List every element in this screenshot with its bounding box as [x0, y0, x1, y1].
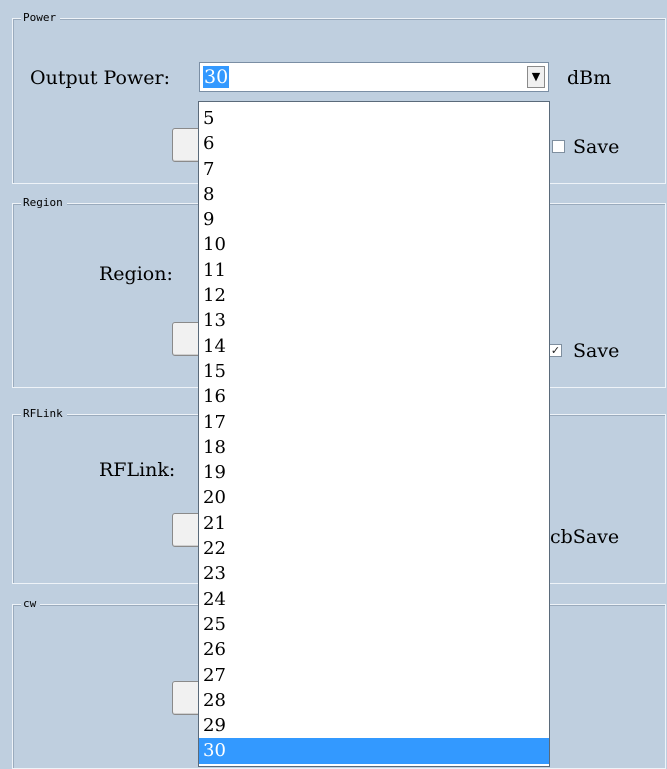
dropdown-option[interactable]: 9: [199, 207, 549, 232]
dropdown-option[interactable]: 7: [199, 157, 549, 182]
output-power-select[interactable]: 30 ▼: [199, 62, 549, 92]
cw-group-title: cw: [21, 596, 41, 612]
dropdown-option[interactable]: 19: [199, 460, 549, 485]
region-save-checkbox[interactable]: ✓: [549, 344, 562, 357]
rflink-label: RFLink:: [99, 459, 176, 481]
region-label: Region:: [99, 263, 173, 285]
dropdown-option[interactable]: 10: [199, 232, 549, 257]
region-group-title: Region: [21, 195, 67, 211]
output-power-label: Output Power:: [30, 67, 170, 89]
rflink-group-title: RFLink: [21, 406, 67, 422]
dropdown-option[interactable]: 30: [199, 738, 549, 764]
dropdown-option[interactable]: 11: [199, 258, 549, 283]
dropdown-option[interactable]: 21: [199, 511, 549, 536]
dropdown-option[interactable]: 28: [199, 688, 549, 713]
dropdown-option[interactable]: 12: [199, 283, 549, 308]
dropdown-option[interactable]: 22: [199, 536, 549, 561]
output-power-dropdown[interactable]: 5 6 7 8 9 10 11 12 13 14 15 16 17 18 19 20 21 22 23 24 25 26 2…: [198, 101, 550, 767]
dropdown-option[interactable]: 16: [199, 384, 549, 409]
power-group-title: Power: [21, 10, 61, 26]
dropdown-option[interactable]: 14: [199, 334, 549, 359]
dropdown-option[interactable]: 18: [199, 435, 549, 460]
chevron-down-icon[interactable]: ▼: [527, 66, 545, 88]
dropdown-option[interactable]: 27: [199, 663, 549, 688]
region-save-label: Save: [573, 340, 620, 362]
dropdown-option[interactable]: 24: [199, 587, 549, 612]
checkmark-icon: ✓: [550, 344, 561, 357]
dropdown-option[interactable]: 15: [199, 359, 549, 384]
dropdown-option[interactable]: 5: [199, 106, 549, 131]
power-save-label: Save: [573, 136, 620, 158]
rflink-save-label: cbSave: [550, 526, 620, 548]
dropdown-option[interactable]: 17: [199, 410, 549, 435]
dropdown-options: 5 6 7 8 9 10 11 12 13 14 15 16 17 18 19 20 21 22 23 24 25 26 2…: [199, 102, 549, 764]
dropdown-option[interactable]: 29: [199, 713, 549, 738]
dropdown-option[interactable]: 13: [199, 308, 549, 333]
dropdown-option[interactable]: 20: [199, 485, 549, 510]
dropdown-option[interactable]: 8: [199, 182, 549, 207]
unit-label: dBm: [567, 67, 612, 89]
dropdown-option[interactable]: 25: [199, 612, 549, 637]
dropdown-option[interactable]: 26: [199, 637, 549, 662]
output-power-selected-value: 30: [203, 66, 230, 88]
power-save-checkbox[interactable]: [552, 140, 565, 153]
dropdown-option[interactable]: 6: [199, 131, 549, 156]
dropdown-option[interactable]: 23: [199, 561, 549, 586]
